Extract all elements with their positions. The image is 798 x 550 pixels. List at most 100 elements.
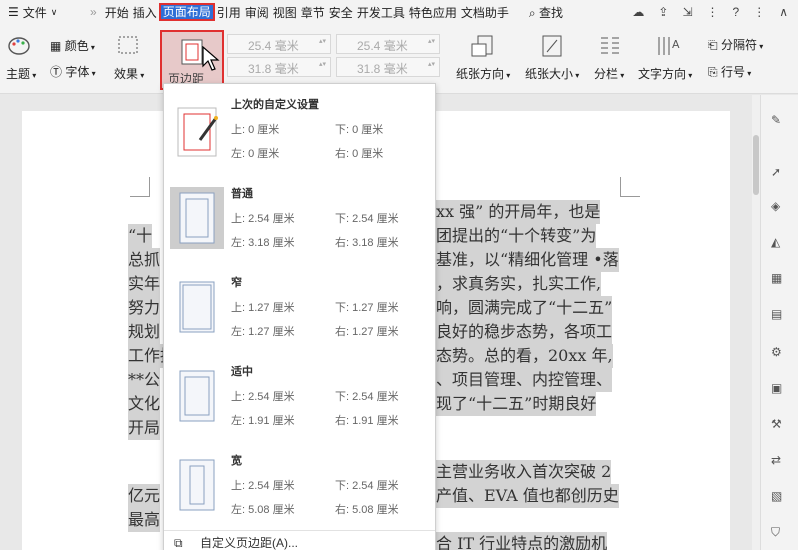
doc-line: xx 强” 的开局年，也是 <box>436 200 601 224</box>
crop-mark <box>130 177 150 197</box>
doc-line: 合 IT 行业特点的激励机 <box>436 532 608 550</box>
margin-option-normal[interactable]: 普通 上: 2.54 厘米 下: 2.54 厘米 左: 3.18 厘米 右: 3… <box>164 179 435 267</box>
line-numbers-icon: ⎘ <box>708 65 718 79</box>
doc-line: 基准，以“精细化管理 •落 <box>436 248 619 272</box>
bottom-margin-field[interactable]: 25.4 毫米 ▴▾ <box>336 34 440 54</box>
theme-icon[interactable] <box>8 36 30 59</box>
doc-line: 开局 <box>128 416 161 440</box>
doc-line: 、项目管理、内控管理、 <box>436 368 613 392</box>
text-direction-icon: A <box>656 34 682 61</box>
page-margin-dropdown: 上次的自定义设置 上: 0 厘米 下: 0 厘米 左: 0 厘米 右: 0 厘米… <box>163 83 436 550</box>
menu-bar: ☰ 文件 ∨ » 开始 插入 页面布局 引用 审阅 视图 章节 安全 开发工具 … <box>0 0 798 24</box>
custom-margin-icon: ⧉ <box>174 536 183 550</box>
doc-line: 亿元 <box>128 484 161 508</box>
fonts-button[interactable]: Ⓣ 字体 ▾ <box>50 63 96 80</box>
doc-line: 产值、EVA 值也都创历史 <box>436 484 619 508</box>
tab-references[interactable]: 引用 <box>215 4 243 21</box>
margin-thumbnail <box>170 276 224 338</box>
image-icon[interactable]: ▧ <box>771 489 789 507</box>
tab-insert[interactable]: 插入 <box>131 4 159 21</box>
grid-icon[interactable]: ▤ <box>771 307 789 325</box>
search-button[interactable]: ⌕ 查找 <box>527 4 565 21</box>
more-menu-icon[interactable]: ⋮ <box>753 5 765 19</box>
settings-icon[interactable]: ⚙ <box>771 345 789 363</box>
custom-margin-menu-item[interactable]: ⧉ 自定义页边距(A)... <box>164 530 435 550</box>
doc-line: 响，圆满完成了“十二五” <box>436 296 613 320</box>
translate-icon[interactable]: ⇄ <box>771 453 789 471</box>
paper-size-button[interactable]: 纸张大小 ▾ <box>525 65 579 82</box>
chevron-down-icon: ∨ <box>50 6 58 17</box>
columns-icon <box>598 34 622 61</box>
doc-line: 主营业务收入首次突破 2 <box>436 460 612 484</box>
tab-security[interactable]: 安全 <box>327 4 355 21</box>
theme-button[interactable]: 主题 ▾ <box>6 65 36 82</box>
margin-thumbnail <box>170 454 224 516</box>
font-icon: Ⓣ <box>50 65 63 79</box>
share-icon[interactable]: ⇪ <box>658 5 668 19</box>
doc-line: 团提出的“十个转变”为 <box>436 224 597 248</box>
doc-line: 总抓 <box>128 248 161 272</box>
text-direction-button[interactable]: 文字方向 ▾ <box>638 65 692 82</box>
help-icon[interactable]: ? <box>733 5 740 19</box>
tab-doc-assistant[interactable]: 文档助手 <box>459 4 511 21</box>
search-icon: ⌕ <box>528 5 536 20</box>
margin-option-moderate[interactable]: 适中 上: 2.54 厘米 下: 2.54 厘米 左: 1.91 厘米 右: 1… <box>164 357 435 445</box>
pencil-icon[interactable]: ✎ <box>771 113 789 131</box>
shield-icon[interactable]: ⛉ <box>771 525 789 543</box>
page-margin-icon <box>181 39 203 65</box>
doc-line: 最高 <box>128 508 161 532</box>
layout-icon[interactable]: ▣ <box>771 381 789 399</box>
separator-icon: ⎗ <box>708 38 718 52</box>
colors-button[interactable]: ▦ 颜色 ▾ <box>50 37 95 54</box>
tools-icon[interactable]: ⚒ <box>771 417 789 435</box>
margin-option-last-custom[interactable]: 上次的自定义设置 上: 0 厘米 下: 0 厘米 左: 0 厘米 右: 0 厘米 <box>164 90 435 178</box>
svg-text:A: A <box>672 38 680 51</box>
tab-view[interactable]: 视图 <box>271 4 299 21</box>
doc-line: 规划 <box>128 320 161 344</box>
scrollbar-thumb[interactable] <box>753 135 759 195</box>
paper-size-icon <box>541 34 563 61</box>
tab-home[interactable]: 开始 <box>103 4 131 21</box>
colors-icon: ▦ <box>50 39 62 53</box>
file-menu[interactable]: ☰ 文件 ∨ <box>0 4 84 21</box>
columns-button[interactable]: 分栏 ▾ <box>594 65 624 82</box>
top-margin-field[interactable]: 25.4 毫米 ▴▾ <box>227 34 331 54</box>
tab-page-layout[interactable]: 页面布局 <box>158 3 215 21</box>
table-icon[interactable]: ▦ <box>771 271 789 289</box>
tab-special[interactable]: 特色应用 <box>407 4 459 21</box>
effects-button[interactable]: 效果 ▾ <box>114 65 144 82</box>
margin-option-wide[interactable]: 宽 上: 2.54 厘米 下: 2.54 厘米 左: 5.08 厘米 右: 5.… <box>164 446 435 534</box>
collapse-icon[interactable]: ∧ <box>779 5 788 19</box>
menu-right-icons: ☁ ⇪ ⇲ ⋮ ? ⋮ ∧ <box>632 0 798 24</box>
tab-chapter[interactable]: 章节 <box>299 4 327 21</box>
doc-line: 努力 <box>128 296 161 320</box>
more-icon[interactable]: ⋮ <box>707 5 719 19</box>
orientation-icon <box>470 34 496 61</box>
margin-option-narrow[interactable]: 窄 上: 1.27 厘米 下: 1.27 厘米 左: 1.27 厘米 右: 1.… <box>164 268 435 356</box>
hamburger-icon: ☰ <box>8 5 19 19</box>
right-margin-field[interactable]: 31.8 毫米 ▴▾ <box>336 57 440 77</box>
doc-line: 态势。总的看，20xx 年, <box>436 344 613 368</box>
doc-line: “十 <box>128 224 153 248</box>
more-tabs-icon[interactable]: » <box>84 5 103 19</box>
style-icon[interactable]: ◭ <box>771 235 789 253</box>
cloud-icon[interactable]: ☁ <box>632 5 644 19</box>
doc-line: 实年 <box>128 272 161 296</box>
orientation-button[interactable]: 纸张方向 ▾ <box>456 65 510 82</box>
export-icon[interactable]: ⇲ <box>682 5 692 19</box>
margin-thumbnail <box>170 100 224 162</box>
pointer-icon[interactable]: ➚ <box>771 165 789 183</box>
effects-icon[interactable] <box>118 36 138 57</box>
tab-review[interactable]: 审阅 <box>243 4 271 21</box>
left-margin-field[interactable]: 31.8 毫米 ▴▾ <box>227 57 331 77</box>
doc-line: 现了“十二五”时期良好 <box>436 392 597 416</box>
line-numbers-button[interactable]: ⎘ 行号 ▾ <box>708 63 751 80</box>
vertical-scrollbar[interactable] <box>752 95 760 550</box>
doc-line: **公 <box>128 368 161 392</box>
separator-button[interactable]: ⎗ 分隔符 ▾ <box>708 36 763 53</box>
mouse-cursor-icon <box>202 46 220 71</box>
margin-thumbnail <box>170 365 224 427</box>
tab-developer[interactable]: 开发工具 <box>355 4 407 21</box>
right-sidebar: ✎ ➚ ◈ ◭ ▦ ▤ ⚙ ▣ ⚒ ⇄ ▧ ⛉ <box>760 95 798 550</box>
shapes-icon[interactable]: ◈ <box>771 199 789 217</box>
